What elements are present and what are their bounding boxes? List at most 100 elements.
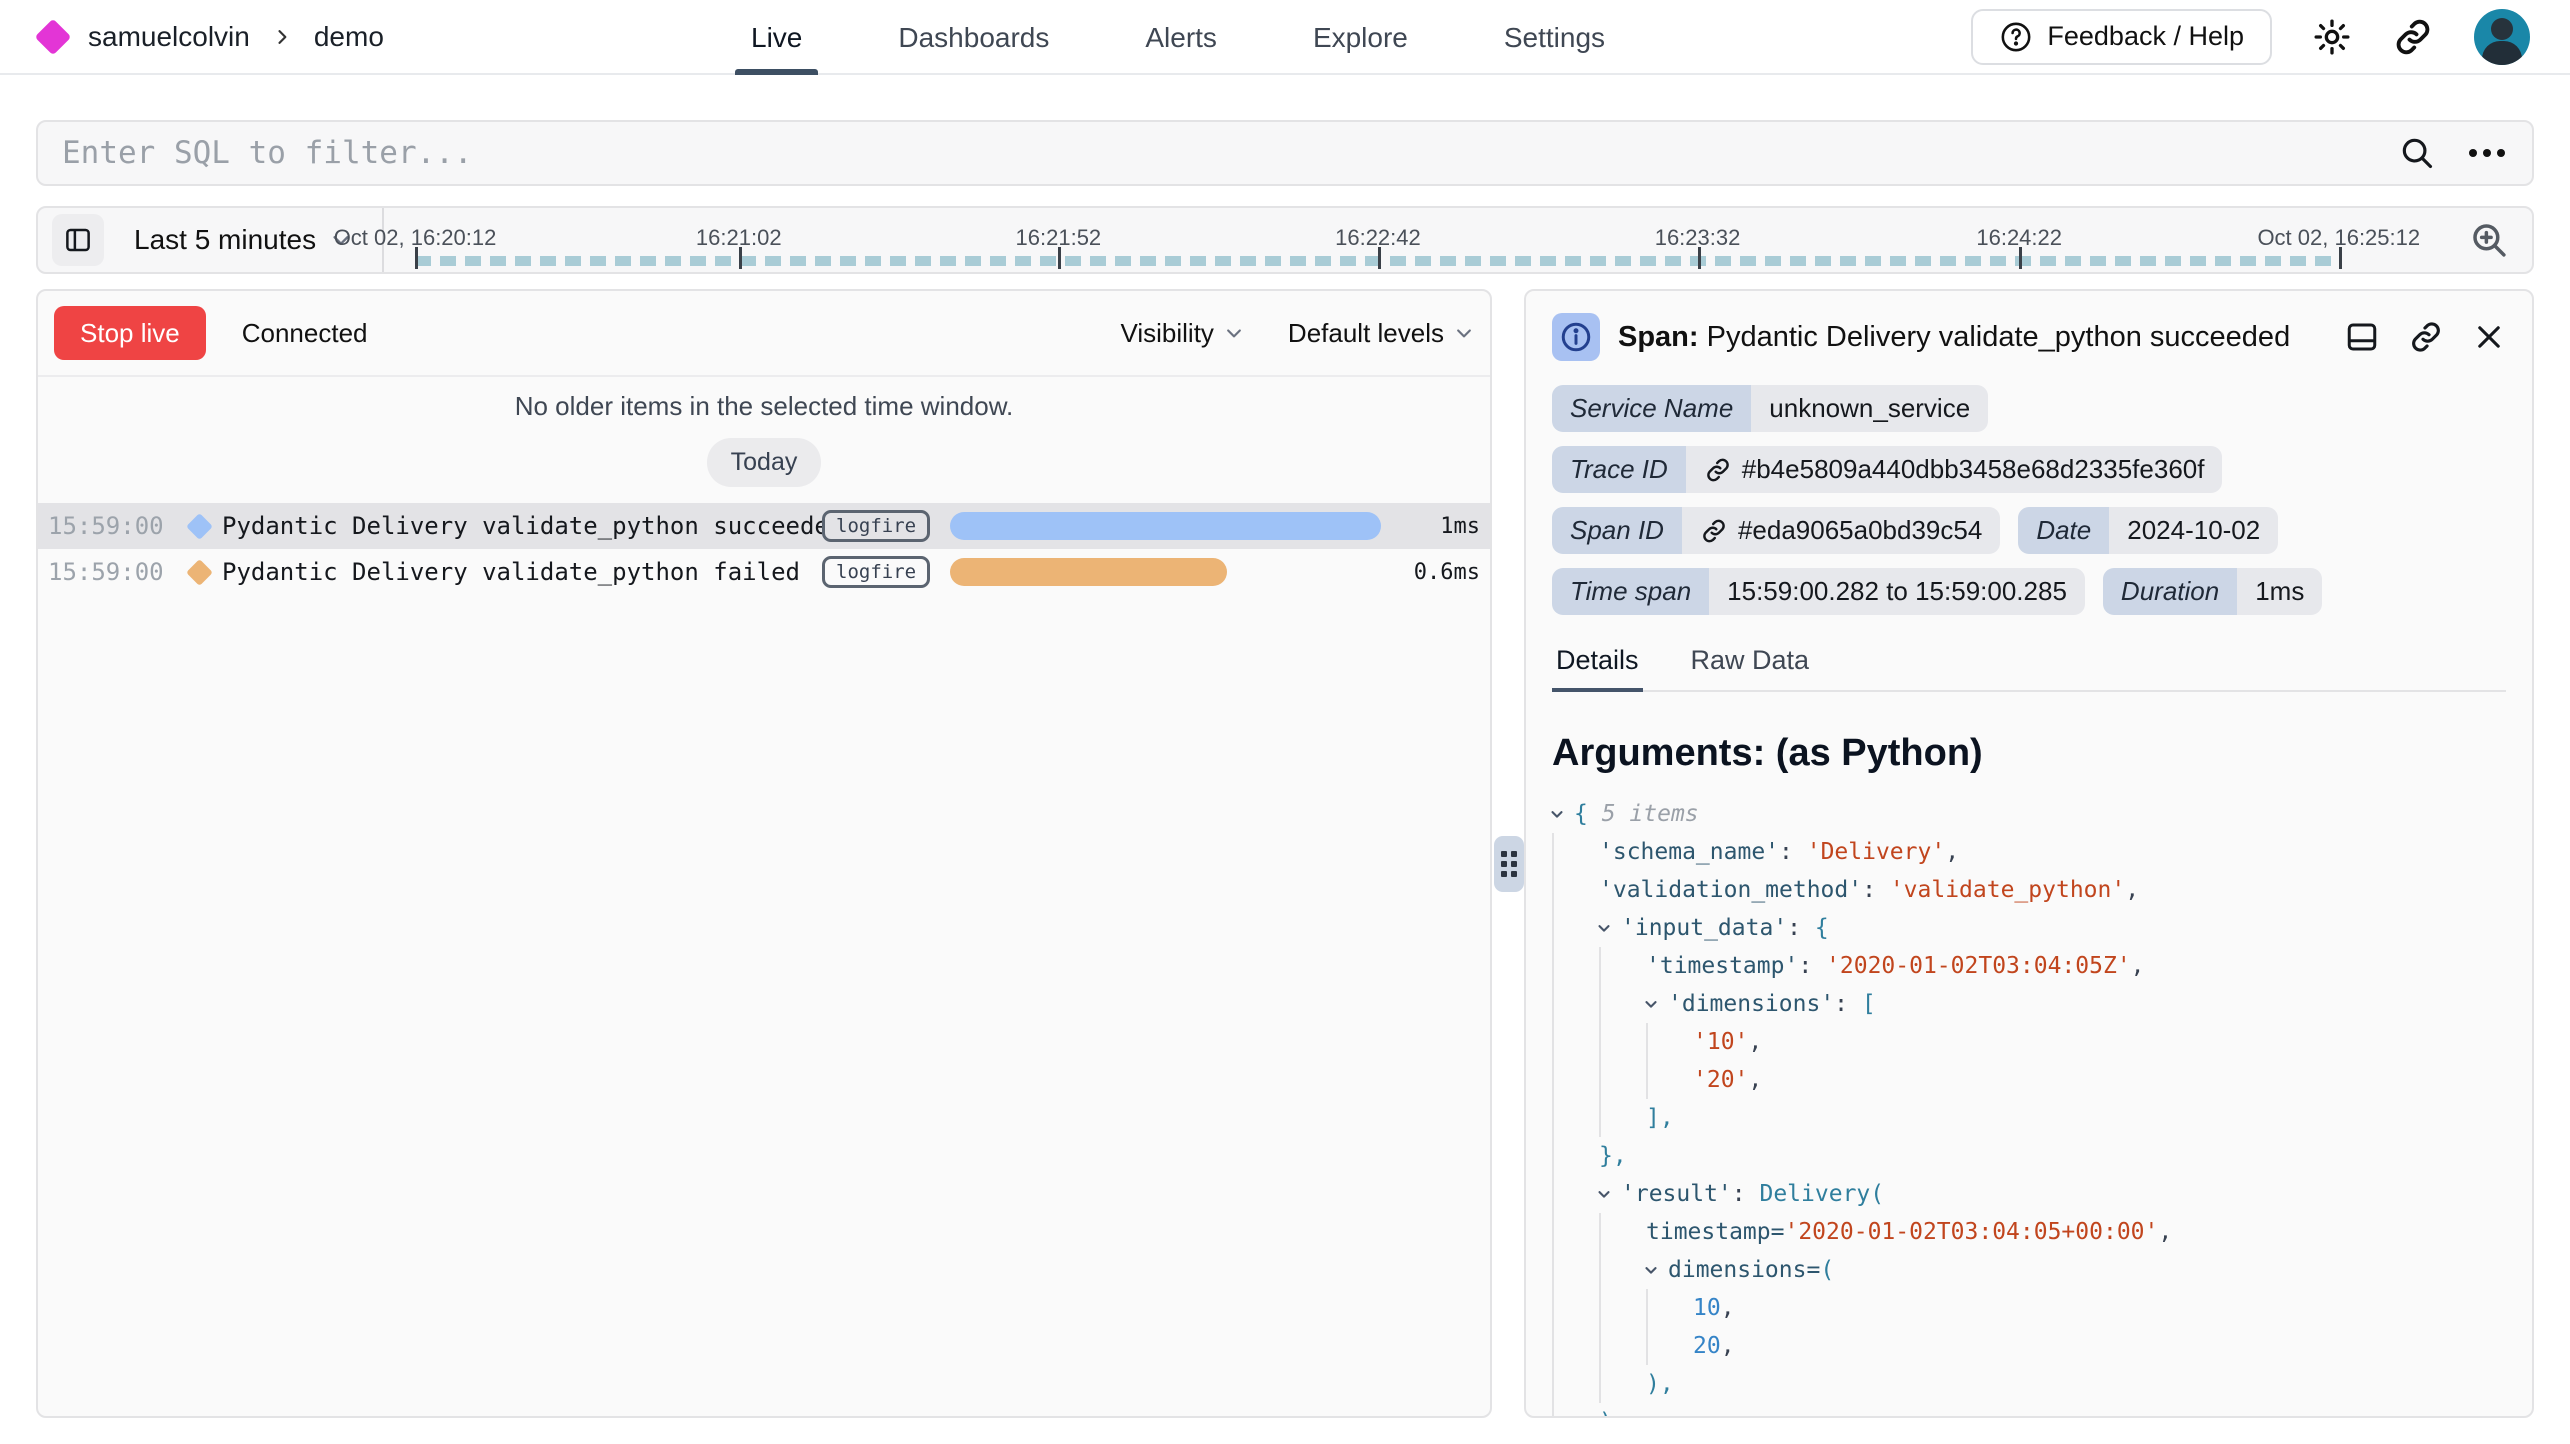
indent-guide	[1599, 1365, 1646, 1403]
feedback-help-button[interactable]: Feedback / Help	[1971, 9, 2272, 65]
ellipsis-menu-icon[interactable]	[2466, 146, 2508, 160]
code-token: 5 items	[1588, 795, 1699, 833]
indent-guide	[1552, 1327, 1599, 1365]
chevron-right-icon	[272, 27, 292, 47]
close-icon[interactable]	[2472, 320, 2506, 354]
code-token: :	[1787, 909, 1815, 947]
time-range-select[interactable]: Last 5 minutes	[134, 224, 352, 256]
code-token: 'validation_method'	[1599, 871, 1862, 909]
arguments-heading: Arguments: (as Python)	[1552, 732, 2506, 775]
collapse-chevron-icon[interactable]	[1642, 1261, 1668, 1279]
code-token: Delivery(	[1759, 1175, 1884, 1213]
breadcrumb-org[interactable]: samuelcolvin	[88, 21, 250, 53]
indent-guide	[1552, 985, 1599, 1023]
code-token: ],	[1646, 1099, 1674, 1137]
time-range-bar: Last 5 minutes Oct 02, 16:20:1216:21:021…	[36, 206, 2534, 274]
live-panel-body: No older items in the selected time wind…	[38, 391, 1490, 595]
panel-left-toggle-icon[interactable]	[52, 214, 104, 266]
nav-tab-settings[interactable]: Settings	[1488, 0, 1621, 75]
code-line: ],	[1552, 1099, 2506, 1137]
today-badge[interactable]: Today	[707, 438, 822, 487]
attribute-value: 15:59:00.282 to 15:59:00.285	[1709, 568, 2085, 615]
nav-tab-alerts[interactable]: Alerts	[1129, 0, 1233, 75]
detail-tab-raw-data[interactable]: Raw Data	[1687, 645, 1814, 690]
code-token: :	[1732, 1175, 1760, 1213]
nav-tab-dashboards[interactable]: Dashboards	[882, 0, 1065, 75]
theme-sun-icon[interactable]	[2312, 17, 2352, 57]
log-row[interactable]: 15:59:00Pydantic Delivery validate_pytho…	[38, 503, 1490, 549]
indent-guide	[1599, 1251, 1646, 1289]
sql-filter-input[interactable]: Enter SQL to filter...	[36, 120, 2534, 186]
code-token: :	[1779, 833, 1807, 871]
log-row-message: Pydantic Delivery validate_python succee…	[222, 512, 822, 540]
span-attributes: Service Nameunknown_service Trace ID#b4e5…	[1552, 385, 2506, 615]
code-token: 'dimensions'	[1668, 985, 1834, 1023]
indent-guide	[1599, 947, 1646, 985]
log-row-duration-track	[950, 558, 1390, 586]
panel-bottom-icon[interactable]	[2344, 319, 2380, 355]
indent-guide	[1552, 947, 1599, 985]
main-nav: Live Dashboards Alerts Explore Settings	[735, 0, 1621, 75]
log-row-list: 15:59:00Pydantic Delivery validate_pytho…	[38, 503, 1490, 595]
timeline[interactable]: Oct 02, 16:20:1216:21:0216:21:5216:22:42…	[384, 208, 2446, 272]
info-icon	[1552, 313, 1600, 361]
log-row-scope-badge: logfire	[822, 510, 930, 542]
attribute-badge-date: Date2024-10-02	[2018, 507, 2278, 554]
nav-tab-live[interactable]: Live	[735, 0, 818, 75]
log-row-duration-track	[950, 512, 1390, 540]
share-link-icon[interactable]	[2392, 16, 2434, 58]
indent-guide	[1646, 1327, 1693, 1365]
code-line: 'schema_name': 'Delivery',	[1552, 833, 2506, 871]
code-line: '20',	[1552, 1061, 2506, 1099]
breadcrumb-project[interactable]: demo	[314, 21, 384, 53]
attribute-label: Trace ID	[1552, 446, 1686, 493]
logfire-logo-icon[interactable]	[35, 18, 72, 55]
code-line: '10',	[1552, 1023, 2506, 1061]
attribute-label: Service Name	[1552, 385, 1751, 432]
attribute-value: #b4e5809a440dbb3458e68d2335fe360f	[1686, 446, 2223, 493]
arguments-code-tree: { 5 items'schema_name': 'Delivery','vali…	[1552, 795, 2506, 1418]
span-kind-label: Span:	[1618, 321, 1699, 353]
attribute-badge-service-name: Service Nameunknown_service	[1552, 385, 1988, 432]
detail-tab-details[interactable]: Details	[1552, 645, 1643, 690]
stop-live-button[interactable]: Stop live	[54, 306, 206, 360]
code-line: 20,	[1552, 1327, 2506, 1365]
default-levels-dropdown[interactable]: Default levels	[1288, 318, 1474, 349]
link-icon[interactable]	[1700, 517, 1728, 545]
log-level-diamond-icon	[176, 563, 222, 582]
code-token: dimensions=	[1668, 1251, 1820, 1289]
topbar-actions: Feedback / Help	[1971, 9, 2530, 65]
panel-resize-handle[interactable]	[1494, 836, 1524, 892]
code-line: },	[1552, 1137, 2506, 1175]
attribute-label: Date	[2018, 507, 2109, 554]
attribute-value: 1ms	[2237, 568, 2322, 615]
collapse-chevron-icon[interactable]	[1595, 1185, 1621, 1203]
indent-guide	[1646, 1289, 1693, 1327]
copy-link-icon[interactable]	[2408, 319, 2444, 355]
attribute-label: Span ID	[1552, 507, 1682, 554]
log-row-duration-bar	[950, 512, 1381, 540]
link-icon[interactable]	[1704, 456, 1732, 484]
collapse-chevron-icon[interactable]	[1595, 919, 1621, 937]
collapse-chevron-icon[interactable]	[1548, 805, 1574, 823]
indent-guide	[1552, 1137, 1599, 1175]
indent-guide	[1552, 1213, 1599, 1251]
code-line: 'dimensions': [	[1552, 985, 2506, 1023]
sql-filter-placeholder: Enter SQL to filter...	[62, 135, 473, 171]
collapse-chevron-icon[interactable]	[1642, 995, 1668, 1013]
code-token: ,	[1945, 833, 1959, 871]
span-detail-panel: Span: Pydantic Delivery validate_python …	[1524, 289, 2534, 1418]
log-row[interactable]: 15:59:00Pydantic Delivery validate_pytho…	[38, 549, 1490, 595]
visibility-dropdown[interactable]: Visibility	[1120, 318, 1243, 349]
search-icon[interactable]	[2398, 134, 2436, 172]
nav-tab-explore[interactable]: Explore	[1297, 0, 1424, 75]
default-levels-label: Default levels	[1288, 318, 1444, 349]
attribute-label: Duration	[2103, 568, 2237, 615]
live-panel: Stop live Connected Visibility Default l…	[36, 289, 1492, 1418]
zoom-in-icon[interactable]	[2468, 219, 2510, 261]
connection-status: Connected	[242, 318, 368, 349]
code-token: ),	[1646, 1365, 1674, 1403]
log-row-scope-badge: logfire	[822, 556, 930, 588]
timeline-tick-label: 16:24:22	[1976, 225, 2062, 251]
user-avatar[interactable]	[2474, 9, 2530, 65]
